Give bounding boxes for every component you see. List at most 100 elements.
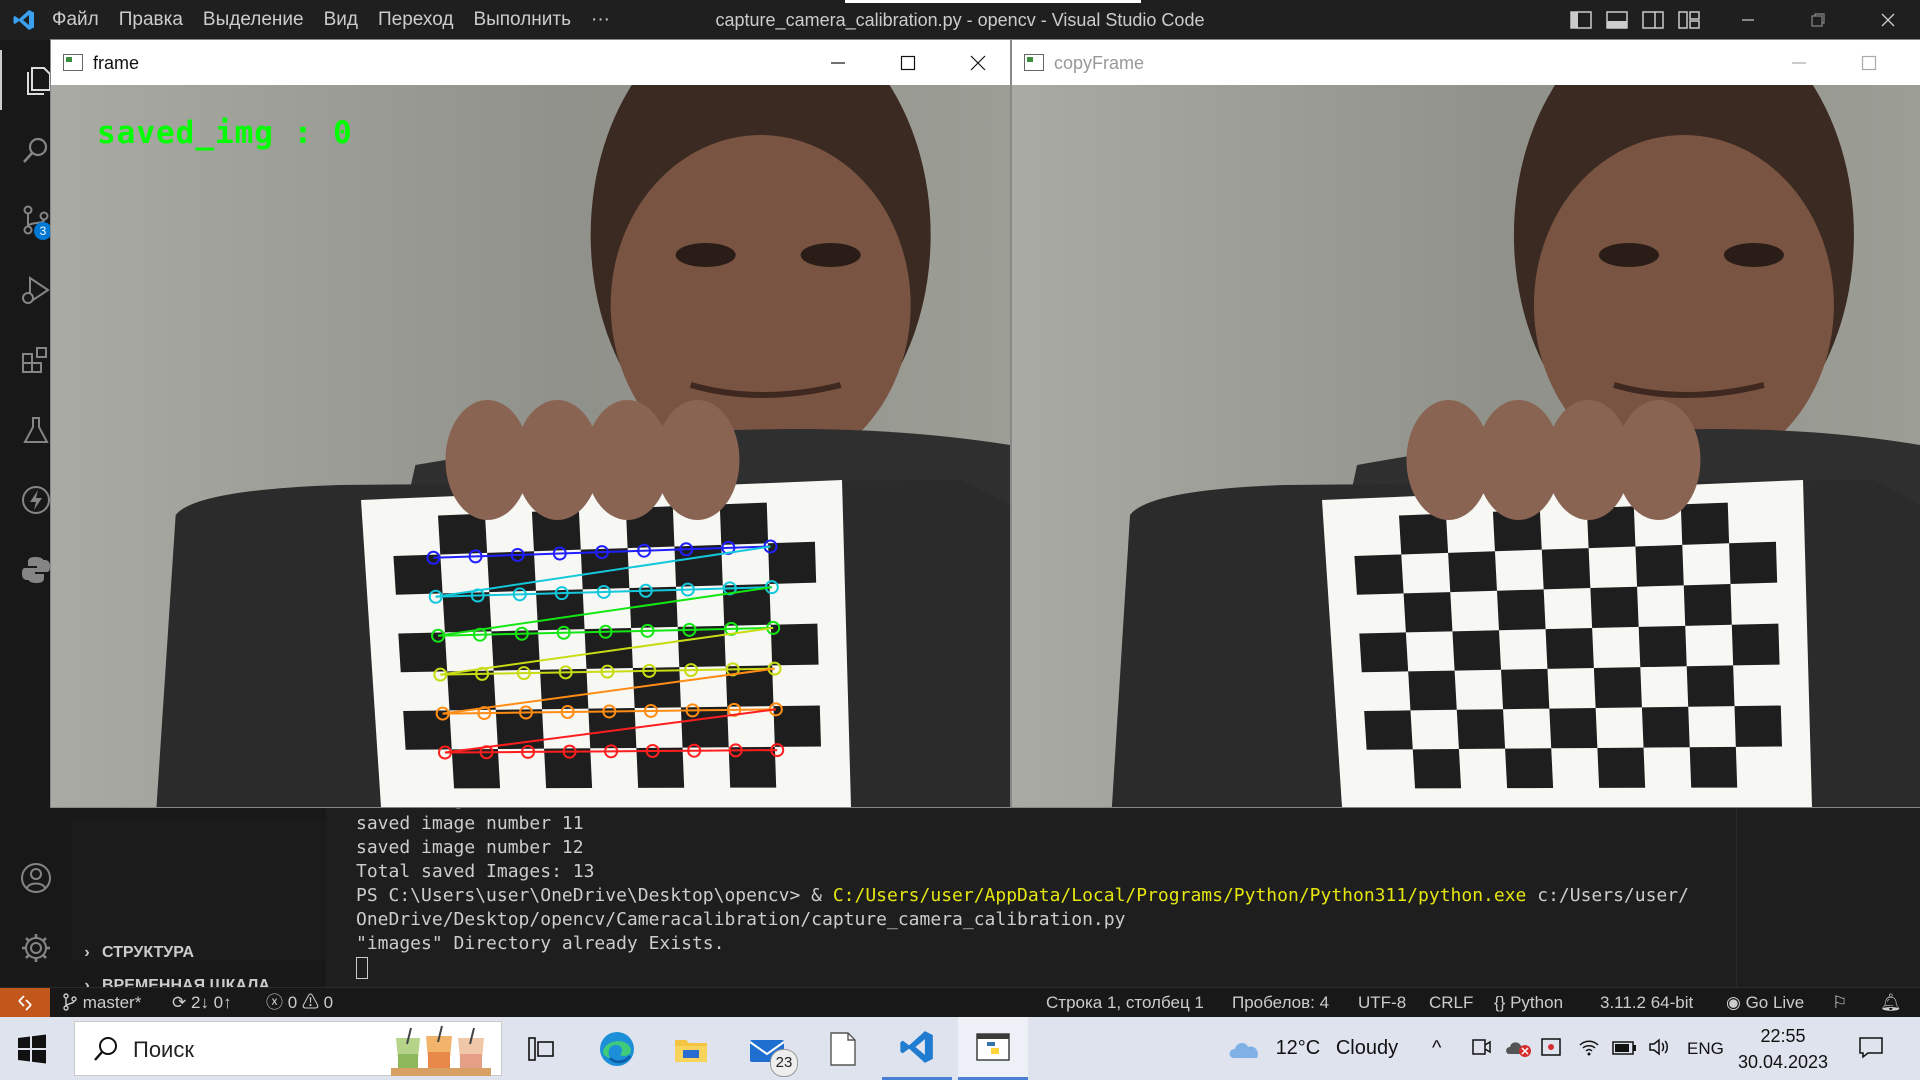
cursor-position[interactable]: Строка 1, столбец 1 xyxy=(1046,988,1204,1018)
meet-now-icon[interactable] xyxy=(1470,1017,1492,1080)
terminal-line: saved image number 12 xyxy=(356,837,584,858)
remote-indicator[interactable] xyxy=(0,988,50,1018)
cv-copy-minimize-button[interactable] xyxy=(1764,40,1834,85)
sync-status[interactable]: ⟳ 2↓ 0↑ xyxy=(172,988,232,1018)
onedrive-error-icon[interactable] xyxy=(1505,1017,1533,1080)
saved-img-counter: saved_img : 0 xyxy=(97,115,353,151)
terminal-input-line[interactable] xyxy=(356,956,1689,980)
encoding-status[interactable]: UTF-8 xyxy=(1358,988,1406,1018)
file-explorer-icon[interactable] xyxy=(656,1017,726,1080)
chevron-right-icon: › xyxy=(84,944,90,961)
vscode-title-bar: Файл Правка Выделение Вид Переход Выполн… xyxy=(0,0,1920,40)
vscode-taskbar-icon[interactable] xyxy=(882,1017,952,1080)
cv-copy-title: copyFrame xyxy=(1054,53,1145,73)
volume-icon[interactable] xyxy=(1648,1017,1672,1080)
windows-taskbar: Поиск 23 12°C Cloudy ^ ENG 22:55 30.04.2… xyxy=(0,1017,1920,1080)
windows-start-icon[interactable] xyxy=(16,1033,48,1065)
python-taskbar-icon[interactable] xyxy=(958,1017,1028,1080)
interpreter-status[interactable]: 3.11.2 64-bit xyxy=(1600,988,1693,1018)
cv-copy-titlebar[interactable]: copyFrame xyxy=(1012,40,1920,85)
finger xyxy=(655,400,740,520)
menu-file[interactable]: Файл xyxy=(52,9,99,31)
app-tray-icon[interactable] xyxy=(1540,1017,1562,1080)
checker-square xyxy=(1680,502,1730,545)
cv-frame-titlebar[interactable]: frame xyxy=(51,40,1010,85)
checker-square xyxy=(636,747,685,788)
outline-section[interactable]: › СТРУКТУРА xyxy=(72,937,326,969)
checker-square xyxy=(540,668,589,710)
checker-square xyxy=(1635,544,1684,587)
feedback-icon[interactable]: ⚐ xyxy=(1832,988,1847,1018)
checker-square xyxy=(1638,625,1687,668)
customize-layout-icon[interactable] xyxy=(1678,11,1700,29)
eol-status[interactable]: CRLF xyxy=(1429,988,1473,1018)
go-live-status[interactable]: ◉ Go Live xyxy=(1726,988,1804,1018)
indentation-status[interactable]: Пробелов: 4 xyxy=(1232,988,1329,1018)
checker-square xyxy=(1496,589,1546,631)
toggle-panel-icon[interactable] xyxy=(1606,11,1628,29)
checker-square xyxy=(1549,707,1598,749)
opencv-window-icon xyxy=(1024,54,1044,71)
cv-frame-maximize-button[interactable] xyxy=(873,40,943,85)
outline-section-label: СТРУКТУРА xyxy=(102,944,195,961)
vscode-close-button[interactable] xyxy=(1860,0,1916,40)
sync-icon: ⟳ xyxy=(172,993,187,1012)
vscode-restore-button[interactable] xyxy=(1790,0,1846,40)
cv-window-copyframe[interactable]: copyFrame xyxy=(1012,40,1920,807)
menu-edit[interactable]: Правка xyxy=(119,9,183,31)
language-status[interactable]: {} Python xyxy=(1494,988,1563,1018)
menu-more[interactable]: ··· xyxy=(591,9,610,31)
wifi-icon[interactable] xyxy=(1578,1017,1600,1080)
vscode-minimize-button[interactable] xyxy=(1720,0,1776,40)
taskbar-search-box[interactable]: Поиск xyxy=(74,1021,502,1076)
battery-icon[interactable] xyxy=(1612,1017,1638,1080)
cv-frame-minimize-button[interactable] xyxy=(803,40,873,85)
cv-copy-maximize-button[interactable] xyxy=(1834,40,1904,85)
cv-frame-close-button[interactable] xyxy=(943,40,1013,85)
checker-square xyxy=(1689,746,1738,788)
notifications-bell-icon[interactable]: 🔔︎ xyxy=(1880,988,1902,1018)
weather-temp: 12°C xyxy=(1275,1037,1321,1059)
scm-badge: 3 xyxy=(34,222,52,240)
checker-square xyxy=(1412,749,1462,789)
terminal-line: saved image number 11 xyxy=(356,813,584,834)
show-hidden-icons-chevron-icon[interactable]: ^ xyxy=(1432,1017,1441,1080)
taskbar-search-placeholder: Поиск xyxy=(133,1037,194,1062)
manage-gear-icon[interactable] xyxy=(0,918,72,978)
checker-square xyxy=(437,513,488,555)
checker-square xyxy=(1541,548,1591,590)
accounts-icon[interactable] xyxy=(0,848,72,908)
weather-widget[interactable]: 12°C Cloudy xyxy=(1226,1017,1398,1080)
menu-selection[interactable]: Выделение xyxy=(203,9,304,31)
menu-go[interactable]: Переход xyxy=(378,9,453,31)
task-view-icon[interactable] xyxy=(506,1017,576,1080)
cv-window-frame[interactable]: frame saved_img : 0 xyxy=(51,40,1010,807)
checker-square xyxy=(1729,541,1778,585)
remote-icon xyxy=(18,995,32,1011)
clock-time: 22:55 xyxy=(1760,1026,1806,1046)
branch-status[interactable]: master* xyxy=(62,988,141,1018)
checker-square xyxy=(1403,592,1453,633)
taskbar-clock[interactable]: 22:55 30.04.2023 xyxy=(1728,1023,1838,1075)
terminal-cursor xyxy=(356,957,368,979)
notepad-icon[interactable] xyxy=(808,1017,878,1080)
problems-status[interactable]: ⓧ 0 ⚠ 0 xyxy=(266,988,333,1018)
input-language[interactable]: ENG xyxy=(1687,1017,1724,1080)
checker-square xyxy=(544,748,593,789)
menu-run[interactable]: Выполнить xyxy=(473,9,571,31)
checker-square xyxy=(1597,747,1646,788)
terminal-output: saved image number 10saved image number … xyxy=(356,789,1689,980)
edge-browser-icon[interactable] xyxy=(582,1017,652,1080)
menu-view[interactable]: Вид xyxy=(324,9,358,31)
checker-square xyxy=(403,710,452,750)
action-center-icon[interactable] xyxy=(1858,1017,1884,1080)
checker-square xyxy=(1456,709,1506,750)
toggle-sidebar-icon[interactable] xyxy=(1570,11,1592,29)
checker-square xyxy=(1734,705,1783,747)
mail-icon[interactable]: 23 xyxy=(732,1017,802,1080)
cloud-icon xyxy=(1229,1043,1258,1058)
checker-square xyxy=(1683,584,1732,626)
checker-square xyxy=(398,632,448,673)
toggle-secondary-sidebar-icon[interactable] xyxy=(1642,11,1664,29)
go-live-label: Go Live xyxy=(1745,993,1805,1012)
